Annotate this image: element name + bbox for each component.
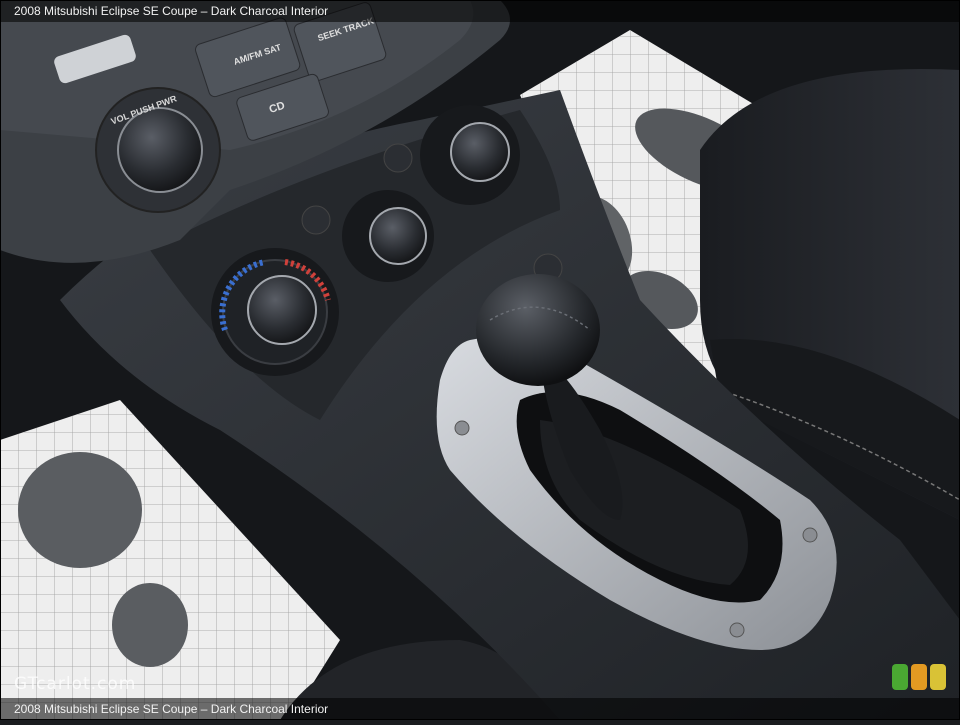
interior-photo: VOL PUSH PWR AM/FM SAT SEEK TRACK CD xyxy=(0,0,960,721)
caption-top: 2008 Mitsubishi Eclipse SE Coupe – Dark … xyxy=(0,0,960,22)
volume-knob[interactable] xyxy=(117,107,203,193)
badge-orange xyxy=(911,664,927,690)
fan-speed-knob[interactable] xyxy=(369,207,427,265)
watermark-logo: GTcarlot.com xyxy=(14,674,137,694)
badge-green xyxy=(892,664,908,690)
brand-badge-icon xyxy=(892,664,946,690)
ac-button[interactable] xyxy=(301,205,331,235)
temperature-knob[interactable] xyxy=(247,275,317,345)
gear-shift-knob[interactable] xyxy=(476,274,600,386)
photo-scene: VOL PUSH PWR AM/FM SAT SEEK TRACK CD 200… xyxy=(0,0,960,721)
caption-bottom: 2008 Mitsubishi Eclipse SE Coupe – Dark … xyxy=(0,698,960,720)
air-mode-knob[interactable] xyxy=(450,122,510,182)
recirculate-button[interactable] xyxy=(383,143,413,173)
badge-yellow xyxy=(930,664,946,690)
